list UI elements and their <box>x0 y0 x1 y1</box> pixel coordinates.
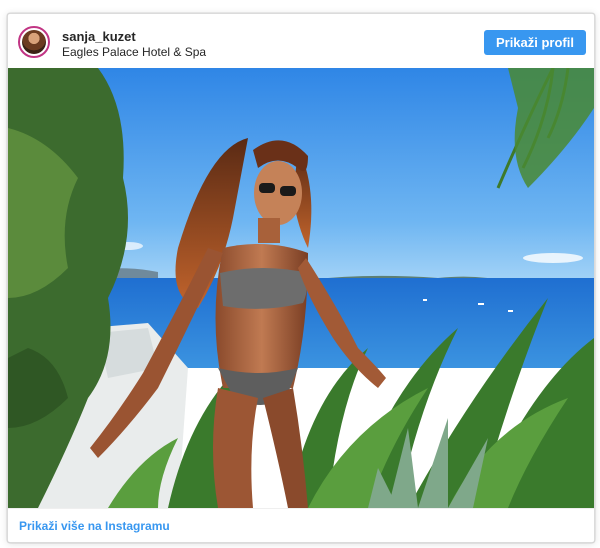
username[interactable]: sanja_kuzet <box>62 29 206 45</box>
instagram-embed-card: sanja_kuzet Eagles Palace Hotel & Spa Pr… <box>7 13 595 543</box>
view-more-on-instagram-link[interactable]: Prikaži više na Instagramu <box>19 519 170 533</box>
user-info: sanja_kuzet Eagles Palace Hotel & Spa <box>62 29 206 60</box>
view-profile-button[interactable]: Prikaži profil <box>483 30 586 55</box>
avatar-image <box>22 30 46 54</box>
post-photo[interactable] <box>8 68 594 508</box>
photo-illustration <box>8 68 594 508</box>
avatar[interactable] <box>18 26 50 58</box>
post-footer: Prikaži više na Instagramu <box>8 508 594 542</box>
location-tag[interactable]: Eagles Palace Hotel & Spa <box>62 45 206 60</box>
post-header: sanja_kuzet Eagles Palace Hotel & Spa Pr… <box>8 14 594 68</box>
